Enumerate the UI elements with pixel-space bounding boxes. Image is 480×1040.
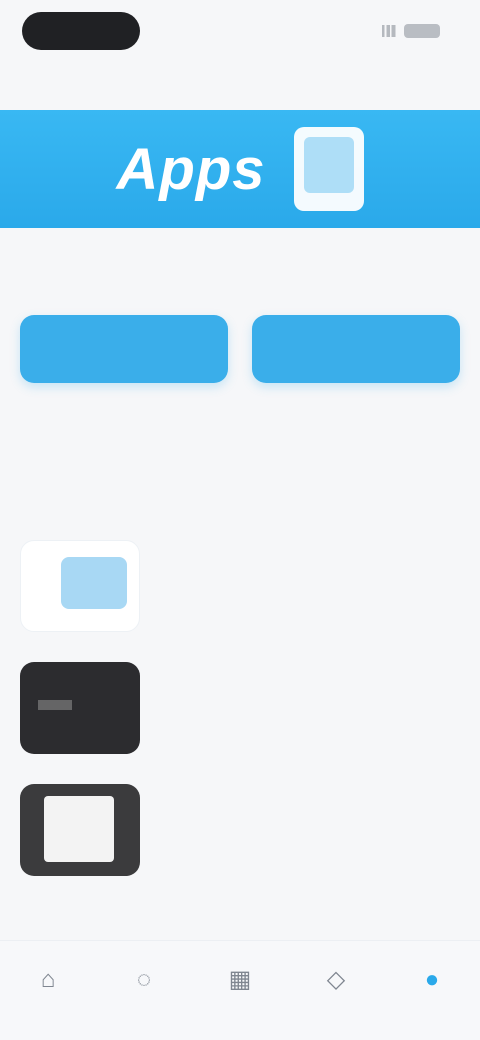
person-icon: ●	[424, 965, 440, 993]
phone-icon	[293, 127, 364, 211]
action-buttons	[20, 315, 460, 383]
home-icon: ⌂	[40, 965, 56, 993]
battery-icon	[404, 24, 440, 38]
list-item[interactable]	[20, 662, 460, 780]
signal-icon	[380, 25, 398, 37]
feature-thumbnail	[20, 540, 140, 632]
status-bar	[0, 0, 480, 64]
grid-icon: ▦	[228, 965, 252, 993]
tab-apps[interactable]: ▦	[208, 948, 272, 1018]
list-item[interactable]	[20, 784, 460, 902]
banner-title: Apps	[116, 136, 266, 202]
feature-list	[20, 540, 460, 906]
app-screen: Apps ⌂ ◌ ▦ ◇ ●	[0, 0, 480, 1040]
list-item[interactable]	[20, 540, 460, 658]
primary-action-button[interactable]	[20, 315, 228, 383]
status-indicators	[380, 20, 440, 42]
tab-notifications[interactable]: ◌	[112, 948, 176, 1018]
hero-banner: Apps	[0, 110, 480, 228]
bell-icon: ◌	[136, 965, 152, 993]
status-time-pill	[22, 12, 140, 50]
feature-thumbnail	[20, 784, 140, 876]
tab-profile[interactable]: ●	[400, 948, 464, 1018]
tab-home[interactable]: ⌂	[16, 948, 80, 1018]
bottom-tab-bar: ⌂ ◌ ▦ ◇ ●	[0, 940, 480, 1040]
feature-thumbnail	[20, 662, 140, 754]
chat-icon: ◇	[326, 965, 346, 993]
tab-messages[interactable]: ◇	[304, 948, 368, 1018]
secondary-action-button[interactable]	[252, 315, 460, 383]
